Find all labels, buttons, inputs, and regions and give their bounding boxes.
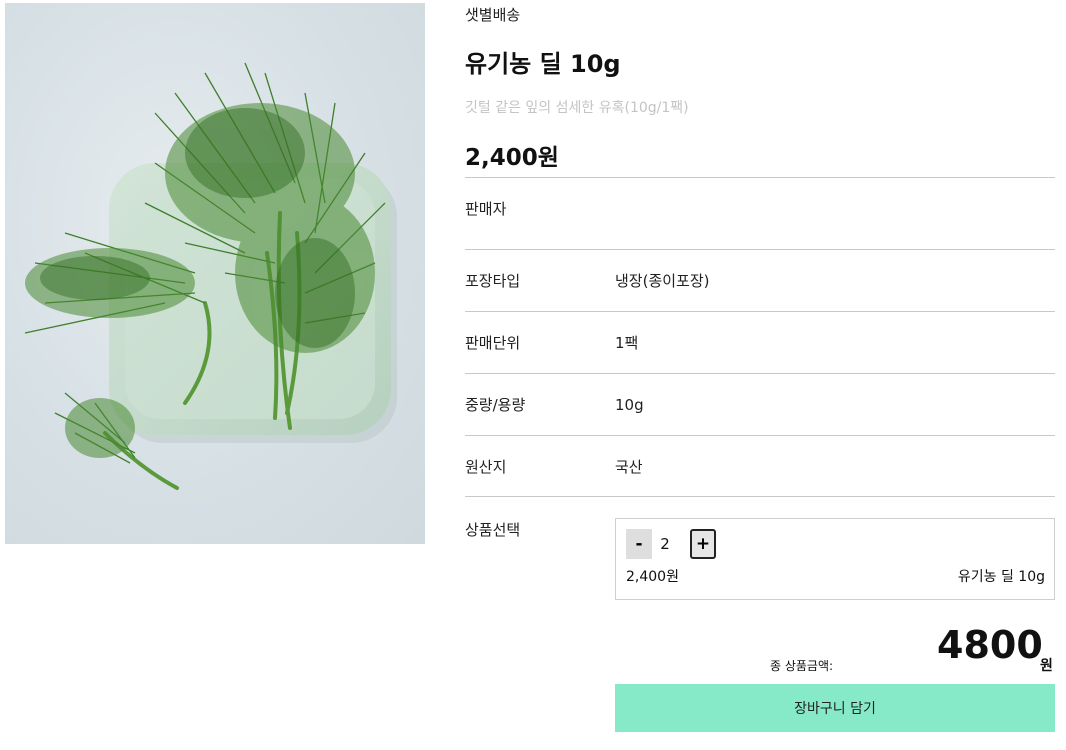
option-name: 유기농 딜 10g xyxy=(957,569,1045,585)
option-price: 2,400원 xyxy=(626,569,679,585)
product-price: 2,400원 xyxy=(465,145,559,171)
detail-row-seller: 판매자 xyxy=(465,177,1055,239)
dill-plate-illustration xyxy=(24,62,397,490)
total-label: 종 상품금액: xyxy=(770,659,834,673)
detail-value: 10g xyxy=(615,395,644,414)
detail-label: 원산지 xyxy=(465,457,507,476)
total-amount: 4800 xyxy=(937,623,1043,667)
detail-label: 포장타입 xyxy=(465,272,521,290)
product-select-label: 상품선택 xyxy=(465,521,521,539)
detail-value: 1팩 xyxy=(615,334,639,352)
total-unit: 원 xyxy=(1040,658,1053,674)
detail-row-origin: 원산지 국산 xyxy=(465,435,1055,497)
decrease-button[interactable]: - xyxy=(626,529,652,559)
detail-value: 냉장(종이포장) xyxy=(615,272,710,290)
add-to-cart-button[interactable]: 장바구니 담기 xyxy=(615,684,1055,732)
detail-label: 중량/용량 xyxy=(465,396,526,414)
detail-row-packaging: 포장타입 냉장(종이포장) xyxy=(465,249,1055,311)
option-box: - 2 + 2,400원 유기농 딜 10g xyxy=(615,518,1055,600)
increase-button[interactable]: + xyxy=(690,529,716,559)
quantity-stepper: - 2 + xyxy=(626,529,716,559)
detail-row-weight: 중량/용량 10g xyxy=(465,373,1055,435)
detail-label: 판매단위 xyxy=(465,334,521,352)
product-subtitle: 깃털 같은 잎의 섬세한 유혹(10g/1팩) xyxy=(465,100,689,116)
detail-value: 국산 xyxy=(615,457,643,476)
product-title: 유기농 딜 10g xyxy=(465,50,621,78)
detail-row-unit: 판매단위 1팩 xyxy=(465,311,1055,373)
detail-label: 판매자 xyxy=(465,200,507,218)
quantity-value: 2 xyxy=(652,535,678,553)
delivery-type: 샛별배송 xyxy=(465,6,521,24)
product-image xyxy=(5,3,425,544)
